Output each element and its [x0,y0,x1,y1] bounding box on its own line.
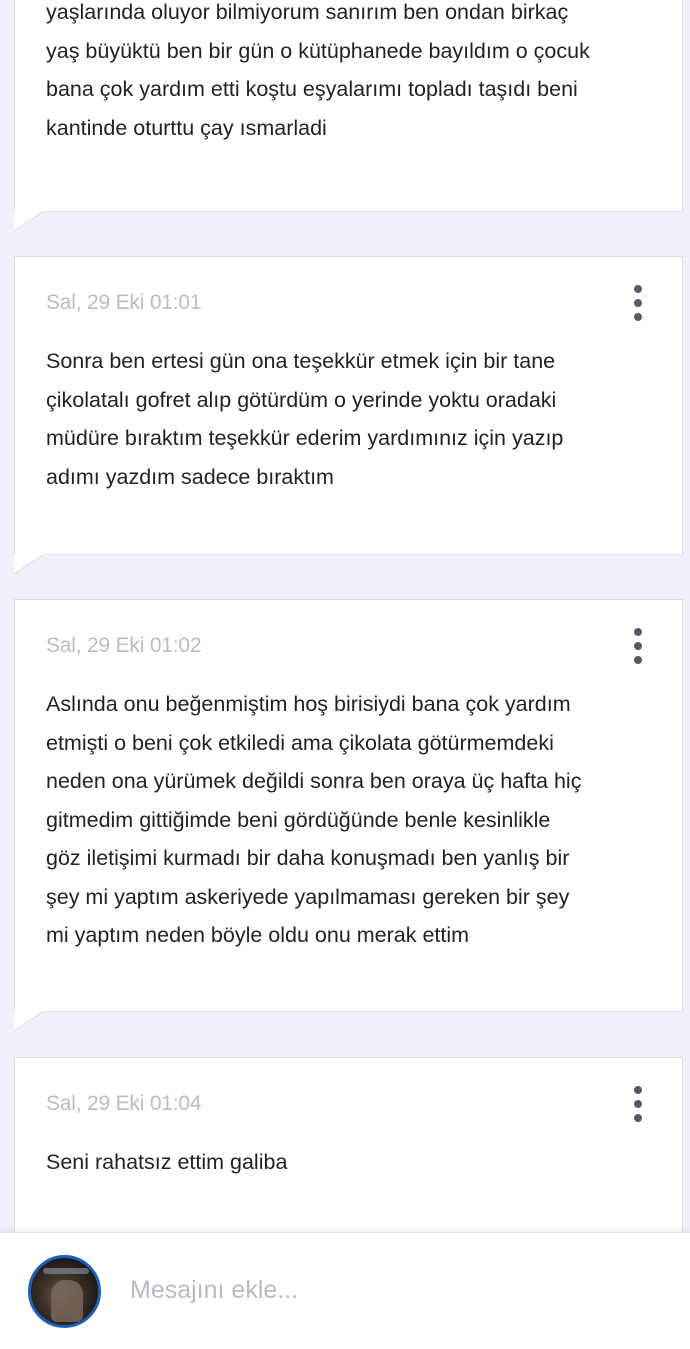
more-vertical-icon[interactable] [628,628,648,664]
message-text: Aslında onu beğenmiştim hoş birisiydi ba… [46,692,582,947]
message-input[interactable]: Mesajını ekle... [130,1276,298,1305]
message-feed[interactable]: yaşlarında oluyor bilmiyorum sanırım ben… [0,0,690,1232]
more-vertical-icon[interactable] [628,285,648,321]
message-card: Sal, 29 Eki 01:04 Seni rahatsız ettim ga… [14,1057,683,1232]
message-text: Sonra ben ertesi gün ona teşekkür etmek … [46,349,564,489]
user-avatar[interactable] [28,1255,101,1328]
card-tail [14,554,683,574]
card-tail [14,211,683,231]
message-text: yaşlarında oluyor bilmiyorum sanırım ben… [46,0,590,140]
message-card: Sal, 29 Eki 01:02 Aslında onu beğenmişti… [14,599,683,1031]
message-timestamp: Sal, 29 Eki 01:04 [46,1092,202,1115]
message-timestamp: Sal, 29 Eki 01:01 [46,291,202,314]
more-vertical-icon[interactable] [628,1086,648,1122]
message-composer: Mesajını ekle... [0,1232,690,1349]
message-card: Sal, 29 Eki 01:01 Sonra ben ertesi gün o… [14,256,683,574]
message-card: yaşlarında oluyor bilmiyorum sanırım ben… [14,0,683,231]
message-timestamp: Sal, 29 Eki 01:02 [46,634,202,657]
message-text: Seni rahatsız ettim galiba [46,1150,288,1174]
card-tail [14,1011,683,1031]
